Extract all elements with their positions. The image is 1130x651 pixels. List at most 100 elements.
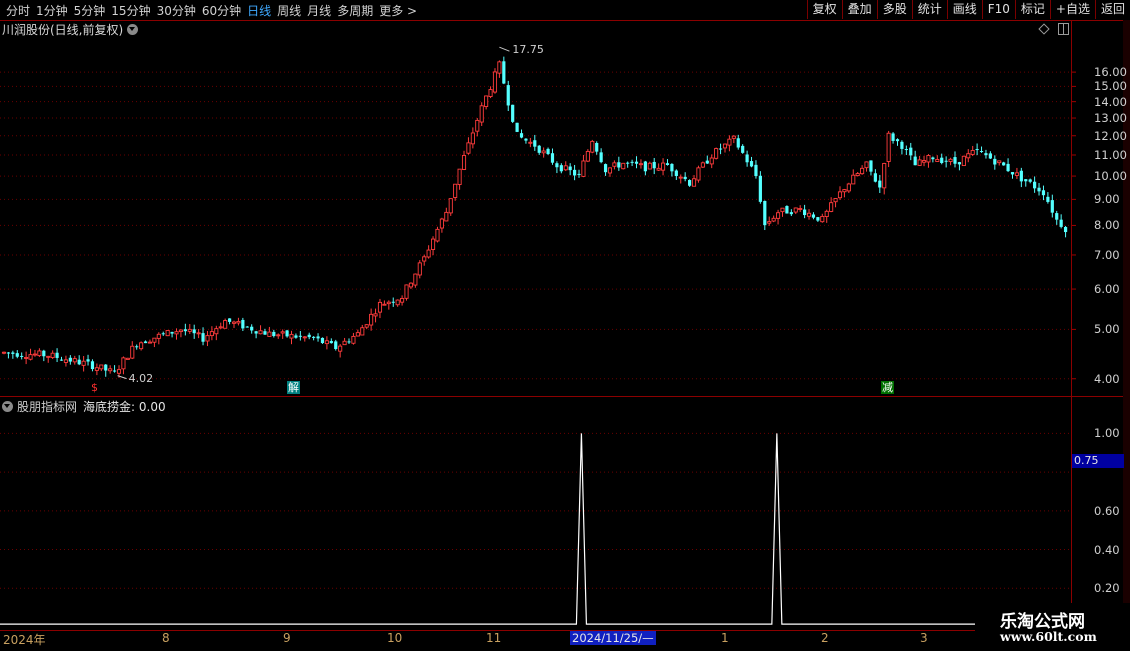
candle-body (316, 336, 320, 339)
price-tick: 5.00 (1094, 322, 1120, 337)
kline-chart[interactable] (0, 0, 1130, 650)
candle-body (803, 209, 807, 216)
candle-body (245, 326, 249, 328)
candle-body (289, 333, 294, 339)
candle-body (205, 335, 210, 342)
candle-body (170, 331, 174, 334)
indicator-tick: 0.40 (1094, 542, 1120, 557)
candle-body (183, 329, 187, 332)
candle-body (979, 151, 984, 153)
candle-body (298, 335, 302, 337)
candle-body (749, 161, 754, 167)
candle-body (276, 334, 281, 337)
candle-body (904, 149, 908, 151)
candle-body (236, 320, 241, 324)
candle-body (780, 207, 785, 213)
candle-body (20, 355, 24, 357)
candle-body (820, 215, 825, 223)
candle-body (178, 329, 183, 332)
signal-marker-dollar[interactable]: $ (90, 381, 99, 394)
candle-body (347, 341, 351, 343)
candle-body (209, 331, 214, 337)
date-tick: 1 (721, 631, 729, 645)
date-tick: 2 (821, 631, 829, 645)
candle-body (1063, 226, 1068, 233)
candle-body (147, 341, 153, 344)
candle-body (563, 165, 568, 171)
candle-body (634, 161, 639, 164)
signal-marker-unlock[interactable]: 解 (287, 381, 300, 394)
date-tick-year: 2024年 (3, 633, 46, 647)
candle-body (479, 105, 484, 123)
candle-body (320, 337, 325, 344)
candle-body (130, 345, 135, 359)
candle-body (581, 160, 586, 177)
candle-body (1050, 200, 1054, 213)
candle-body (599, 152, 603, 163)
candle-body (798, 208, 803, 210)
chevron-down-icon[interactable] (2, 400, 13, 412)
candle-body (630, 161, 634, 163)
candle-body (993, 158, 997, 165)
candle-body (1059, 219, 1063, 227)
candle-body (231, 321, 237, 324)
panel-separator[interactable] (0, 396, 1130, 397)
candle-body (227, 318, 232, 322)
candle-body (15, 353, 19, 357)
indicator-tick: 0.20 (1094, 581, 1120, 596)
candle-body (395, 299, 400, 306)
candle-body (590, 140, 595, 153)
candle-body (975, 149, 979, 151)
indicator-value-label: 海底捞金: 0.00 (83, 399, 166, 414)
candle-body (453, 183, 458, 198)
candle-body (413, 273, 418, 286)
price-tick: 10.00 (1094, 169, 1127, 184)
candle-body (741, 145, 745, 153)
candle-body (643, 161, 647, 172)
candle-body (426, 249, 431, 258)
candle-body (970, 150, 975, 155)
candle-body (829, 202, 834, 212)
candle-body (921, 160, 927, 163)
candle-body (855, 173, 860, 177)
candle-body (833, 198, 838, 203)
candle-body (312, 336, 316, 338)
candle-body (785, 206, 789, 214)
candle-body (294, 335, 298, 338)
candle-body (961, 155, 966, 167)
indicator-name: 股朋指标网 (17, 399, 78, 414)
candle-body (1014, 172, 1019, 176)
candle-body (364, 324, 369, 328)
candle-body (422, 256, 427, 262)
candle-body (886, 132, 891, 162)
candle-body (351, 335, 356, 344)
candle-body (369, 313, 374, 326)
candle-body (568, 166, 572, 171)
candle-body (948, 158, 953, 163)
candle-body (984, 153, 988, 156)
candle-body (603, 164, 608, 173)
candle-body (502, 61, 506, 84)
candle-body (966, 153, 971, 159)
signal-marker-reduce[interactable]: 减 (881, 381, 894, 394)
candle-body (484, 95, 489, 107)
candle-body (81, 360, 86, 366)
candle-body (731, 135, 736, 139)
candle-body (546, 148, 550, 154)
candle-body (524, 138, 528, 141)
candle-body (121, 357, 126, 370)
candle-body (541, 150, 546, 154)
candle-body (674, 170, 678, 177)
candle-body (156, 333, 161, 339)
candle-body (152, 337, 157, 343)
candle-body (104, 364, 108, 371)
candle-body (470, 132, 475, 145)
candle-body (24, 356, 29, 359)
candle-body (864, 161, 869, 169)
candle-body (816, 217, 820, 221)
candle-body (135, 346, 139, 348)
candle-body (404, 284, 409, 299)
candle-body (612, 162, 617, 167)
candle-body (846, 183, 851, 192)
candle-body (285, 330, 289, 337)
